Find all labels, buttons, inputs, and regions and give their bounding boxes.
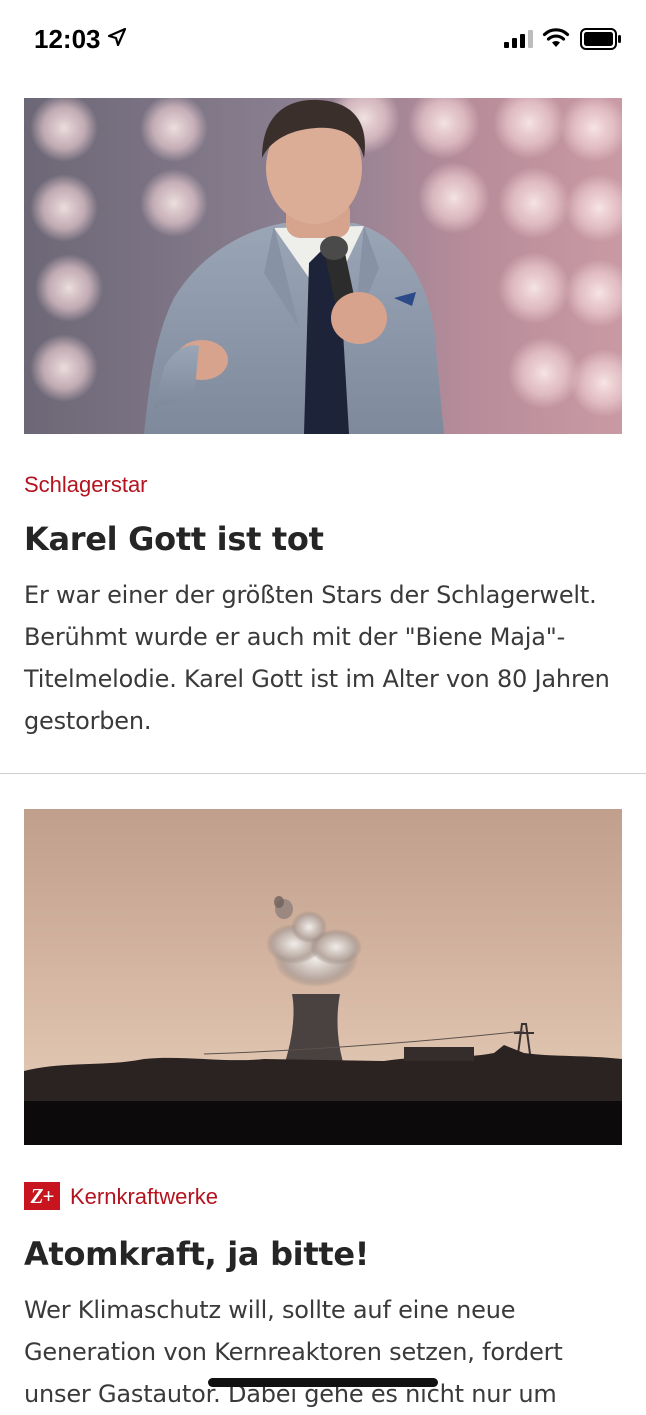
article-summary: Er war einer der größten Stars der Schla… [24,581,610,735]
article-kicker: Kernkraftwerke [70,1184,218,1209]
article-headline[interactable]: Atomkraft, ja bitte! [24,1235,369,1273]
status-bar: 12:03 [0,0,646,80]
article-image-cooling-tower[interactable] [24,809,622,1145]
article-kicker: Schlagerstar [24,472,148,497]
article-headline[interactable]: Karel Gott ist tot [24,520,324,558]
article-summary: Wer Klimaschutz will, sollte auf eine ne… [24,1296,563,1408]
status-time: 12:03 [34,24,101,54]
wifi-icon [542,28,570,47]
battery-icon [580,28,621,50]
article-divider [0,773,646,774]
home-indicator[interactable] [208,1378,438,1387]
article-image-singer[interactable] [24,98,622,434]
location-arrow-icon [108,28,126,46]
cellular-signal-icon [504,30,533,48]
zplus-badge: Z+ [24,1182,60,1210]
